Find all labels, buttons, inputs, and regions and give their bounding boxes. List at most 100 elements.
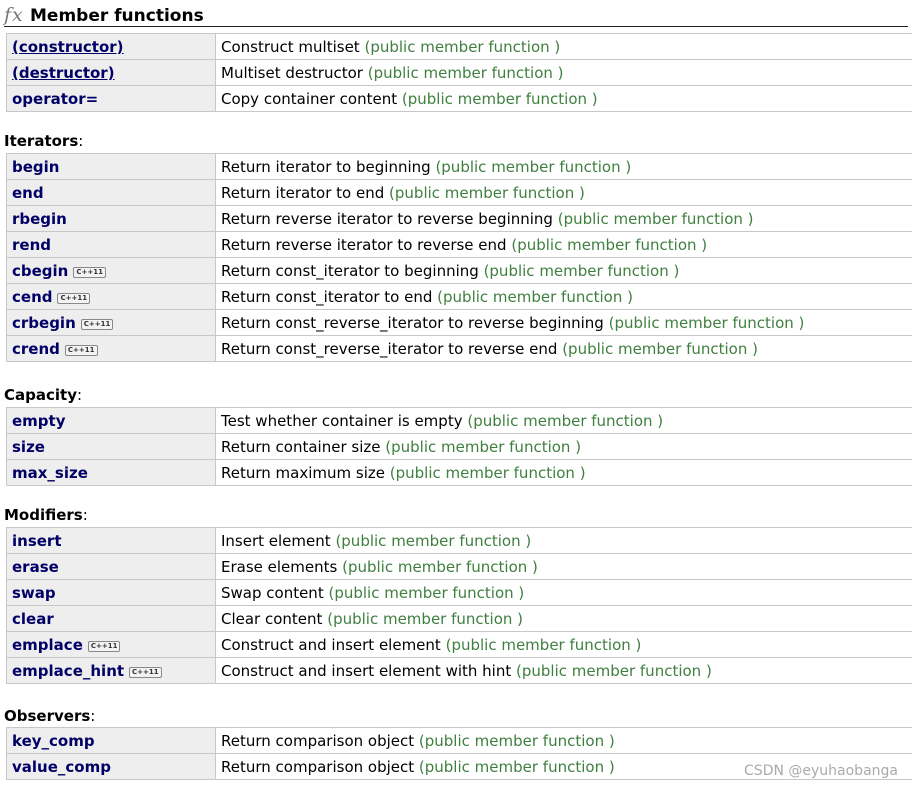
link-max-size[interactable]: max_size xyxy=(12,464,88,482)
section-label-text: Observers xyxy=(4,707,91,725)
member-tag: (public member function ) xyxy=(557,209,754,228)
member-tag: (public member function ) xyxy=(483,261,680,280)
table-row: emplace C++11 Construct and insert element… xyxy=(6,631,912,658)
page-title: Member functions xyxy=(30,6,204,26)
link-end[interactable]: end xyxy=(12,184,44,202)
member-tag: (public member function ) xyxy=(401,89,598,108)
table-row: end Return iterator to end (public member… xyxy=(6,179,912,206)
table-row: (constructor) Construct multiset (public… xyxy=(6,33,912,60)
section-label-modifiers: Modifiers: xyxy=(4,506,88,524)
member-tag: (public member function ) xyxy=(437,287,633,306)
table-row: key_comp Return comparison object (public… xyxy=(6,727,912,754)
watermark: CSDN @eyuhaobanga xyxy=(744,763,898,779)
member-tag: (public member function ) xyxy=(435,157,632,176)
row-description: Clear content xyxy=(221,609,323,628)
member-tag: (public member function ) xyxy=(389,463,586,482)
link-erase[interactable]: erase xyxy=(12,558,59,576)
link-value-comp[interactable]: value_comp xyxy=(12,758,111,776)
table-row: begin Return iterator to beginning (publi… xyxy=(6,153,912,180)
member-tag: (public member function ) xyxy=(328,583,525,602)
link-swap[interactable]: swap xyxy=(12,584,56,602)
row-description: Return maximum size xyxy=(221,463,385,482)
table-row: insert Insert element (public member func… xyxy=(6,527,912,554)
member-tag: (public member function ) xyxy=(389,183,585,202)
section-label-iterators: Iterators: xyxy=(4,132,84,150)
link-destructor[interactable]: (destructor) xyxy=(12,64,115,82)
link-rbegin[interactable]: rbegin xyxy=(12,210,67,228)
section-label-text: Capacity xyxy=(4,386,77,404)
table-row: cend C++11 Return const_iterator to end (p… xyxy=(6,283,912,310)
link-rend[interactable]: rend xyxy=(12,236,51,254)
row-description: Return const_reverse_iterator to reverse… xyxy=(221,339,558,358)
row-description: Return comparison object xyxy=(221,731,415,750)
link-clear[interactable]: clear xyxy=(12,610,54,628)
row-description: Construct multiset xyxy=(221,37,360,56)
member-tag: (public member function ) xyxy=(335,531,532,550)
row-description: Return const_iterator to end xyxy=(221,287,433,306)
table-row: emplace_hint C++11 Construct and insert el… xyxy=(6,657,912,684)
cpp11-badge-icon: C++11 xyxy=(87,640,121,652)
table-row: max_size Return maximum size (public memb… xyxy=(6,459,912,486)
row-description: Construct and insert element with hint xyxy=(221,661,512,680)
link-key-comp[interactable]: key_comp xyxy=(12,732,95,750)
member-functions-header: fx Member functions xyxy=(4,2,908,27)
section-label-text: Modifiers xyxy=(4,506,83,524)
member-tag: (public member function ) xyxy=(467,411,664,430)
table-modifiers: insert Insert element (public member func… xyxy=(6,527,912,684)
cpp11-badge-icon: C++11 xyxy=(80,318,114,330)
row-description: Construct and insert element xyxy=(221,635,441,654)
table-row: clear Clear content (public member functi… xyxy=(6,605,912,632)
row-description: Swap content xyxy=(221,583,324,602)
row-description: Test whether container is empty xyxy=(221,411,463,430)
member-tag: (public member function ) xyxy=(364,37,561,56)
link-empty[interactable]: empty xyxy=(12,412,66,430)
member-tag: (public member function ) xyxy=(418,731,615,750)
table-row: crend C++11 Return const_reverse_iterator … xyxy=(6,335,912,362)
table-row: rend Return reverse iterator to reverse e… xyxy=(6,231,912,258)
link-size[interactable]: size xyxy=(12,438,45,456)
member-tag: (public member function ) xyxy=(367,63,564,82)
member-tag: (public member function ) xyxy=(608,313,805,332)
table-row: operator= Copy container content (public… xyxy=(6,85,912,112)
table-row: (destructor) Multiset destructor (public… xyxy=(6,59,912,86)
row-description: Return comparison object xyxy=(221,757,415,776)
row-description: Multiset destructor xyxy=(221,63,363,82)
link-cbegin[interactable]: cbegin xyxy=(12,262,68,280)
table-capacity: empty Test whether container is empty (pu… xyxy=(6,407,912,486)
row-description: Return iterator to end xyxy=(221,183,385,202)
table-row: size Return container size (public member… xyxy=(6,433,912,460)
cpp11-badge-icon: C++11 xyxy=(129,666,162,678)
link-emplace[interactable]: emplace xyxy=(12,636,83,654)
member-tag: (public member function ) xyxy=(418,757,615,776)
member-tag: (public member function ) xyxy=(562,339,758,358)
link-emplace-hint[interactable]: emplace_hint xyxy=(12,662,124,680)
row-description: Insert element xyxy=(221,531,331,550)
table-row: cbegin C++11 Return const_iterator to begi… xyxy=(6,257,912,284)
link-constructor[interactable]: (constructor) xyxy=(12,38,124,56)
cpp11-badge-icon: C++11 xyxy=(64,344,98,356)
table-row: rbegin Return reverse iterator to reverse… xyxy=(6,205,912,232)
cpp11-badge-icon: C++11 xyxy=(73,266,106,278)
table-row: swap Swap content (public member function… xyxy=(6,579,912,606)
link-begin[interactable]: begin xyxy=(12,158,59,176)
fx-icon: fx xyxy=(4,4,24,26)
link-crend[interactable]: crend xyxy=(12,340,60,358)
cpp11-badge-icon: C++11 xyxy=(57,292,91,304)
row-description: Copy container content xyxy=(221,89,398,108)
row-description: Return reverse iterator to reverse begin… xyxy=(221,209,553,228)
member-tag: (public member function ) xyxy=(385,437,582,456)
link-crbegin[interactable]: crbegin xyxy=(12,314,76,332)
member-tag: (public member function ) xyxy=(516,661,712,680)
section-label-capacity: Capacity: xyxy=(4,386,83,404)
row-description: Return const_iterator to beginning xyxy=(221,261,479,280)
table-row: erase Erase elements (public member funct… xyxy=(6,553,912,580)
link-insert[interactable]: insert xyxy=(12,532,62,550)
table-row: empty Test whether container is empty (pu… xyxy=(6,407,912,434)
link-operator-assign[interactable]: operator= xyxy=(12,90,98,108)
row-description: Return iterator to beginning xyxy=(221,157,431,176)
table-main: (constructor) Construct multiset (public… xyxy=(6,33,912,112)
member-tag: (public member function ) xyxy=(511,235,708,254)
member-tag: (public member function ) xyxy=(342,557,538,576)
section-label-text: Iterators xyxy=(4,132,79,150)
link-cend[interactable]: cend xyxy=(12,288,52,306)
